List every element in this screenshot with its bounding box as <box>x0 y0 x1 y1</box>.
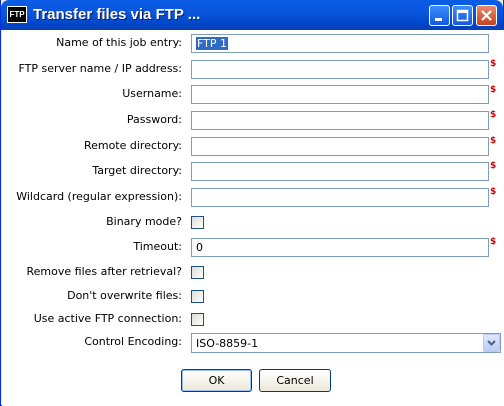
server-input[interactable] <box>191 60 489 79</box>
window-title: Transfer files via FTP ... <box>33 6 201 23</box>
password-input[interactable] <box>191 111 489 130</box>
remote-directory-variable-icon: $ <box>490 136 497 146</box>
dialog-body: Name of this job entry: FTP 1 FTP server… <box>2 30 504 406</box>
wildcard-variable-icon: $ <box>490 187 497 197</box>
minimize-button[interactable] <box>429 5 450 26</box>
username-input[interactable] <box>191 85 489 104</box>
job-name-label: Name of this job entry: <box>56 36 182 49</box>
job-name-input[interactable]: FTP 1 <box>191 34 489 53</box>
remote-directory-label: Remote directory: <box>83 139 182 152</box>
close-button[interactable] <box>476 5 497 26</box>
timeout-input[interactable]: 0 <box>191 238 489 257</box>
active-ftp-label: Use active FTP connection: <box>33 312 182 325</box>
server-label: FTP server name / IP address: <box>18 62 183 75</box>
ok-button[interactable]: OK <box>181 369 252 392</box>
ftp-app-icon: FTP <box>7 6 27 23</box>
encoding-dropdown-button[interactable] <box>483 334 500 352</box>
binary-mode-label: Binary mode? <box>106 215 182 228</box>
timeout-variable-icon: $ <box>490 237 497 247</box>
ftp-dialog-window: FTP Transfer files via FTP ... Name of t… <box>0 0 504 406</box>
maximize-button[interactable] <box>452 5 473 26</box>
title-bar[interactable]: FTP Transfer files via FTP ... <box>1 0 503 30</box>
minimize-icon <box>435 18 442 21</box>
dont-overwrite-label: Don't overwrite files: <box>67 289 182 302</box>
active-ftp-checkbox[interactable] <box>191 313 204 326</box>
password-variable-icon: $ <box>490 110 497 120</box>
encoding-label: Control Encoding: <box>84 335 182 348</box>
remove-files-label: Remove files after retrieval? <box>26 265 183 278</box>
wildcard-label: Wildcard (regular expression): <box>16 190 182 203</box>
cancel-button[interactable]: Cancel <box>259 369 331 392</box>
target-directory-variable-icon: $ <box>490 161 497 171</box>
encoding-select[interactable]: ISO-8859-1 <box>191 333 501 353</box>
job-name-value: FTP 1 <box>196 37 228 50</box>
binary-mode-checkbox[interactable] <box>191 216 204 229</box>
encoding-value: ISO-8859-1 <box>196 337 259 350</box>
target-directory-input[interactable] <box>191 162 489 181</box>
maximize-icon <box>456 9 469 22</box>
remote-directory-input[interactable] <box>191 137 489 156</box>
wildcard-input[interactable] <box>191 188 489 207</box>
close-icon <box>481 10 492 21</box>
dont-overwrite-checkbox[interactable] <box>191 290 204 303</box>
server-variable-icon: $ <box>490 59 497 69</box>
password-label: Password: <box>126 113 182 126</box>
target-directory-label: Target directory: <box>92 164 182 177</box>
timeout-label: Timeout: <box>133 240 182 253</box>
username-label: Username: <box>122 87 182 100</box>
chevron-down-icon <box>487 340 496 346</box>
username-variable-icon: $ <box>490 85 497 95</box>
remove-files-checkbox[interactable] <box>191 266 204 279</box>
